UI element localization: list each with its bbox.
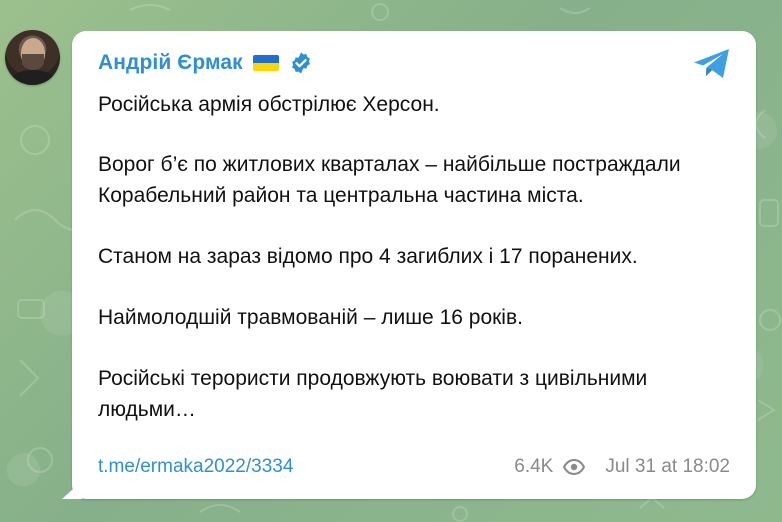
message-bubble: Андрій Єрмак Російська армія обстрілює Х… <box>72 31 756 499</box>
avatar-shirt <box>10 70 56 85</box>
verified-badge-icon <box>291 52 310 74</box>
author-avatar[interactable] <box>5 30 60 85</box>
view-count: 6.4K <box>514 456 554 477</box>
author-name[interactable]: Андрій Єрмак <box>98 51 243 75</box>
ukraine-flag-icon <box>252 55 279 71</box>
message-paragraph: Станом на зараз відомо про 4 загиблих і … <box>98 245 638 268</box>
telegram-icon[interactable] <box>692 47 732 81</box>
avatar-beard <box>22 54 44 70</box>
message-paragraph: Наймолодшій травмованій – лише 16 років. <box>98 306 523 329</box>
message-footer: t.me/ermaka2022/3334 6.4K Jul 31 at 18:0… <box>98 454 730 480</box>
message-paragraph: Російські терористи продовжують воювати … <box>98 367 648 421</box>
author-row: Андрій Єрмак <box>98 50 313 76</box>
message-paragraph: Російська армія обстрілює Херсон. <box>98 93 440 116</box>
message-paragraph: Ворог б’є по житлових кварталах – найбіл… <box>98 153 681 207</box>
timestamp: Jul 31 at 18:02 <box>605 456 730 477</box>
message-meta: 6.4K Jul 31 at 18:02 <box>514 456 730 478</box>
message-text: Російська армія обстрілює Херсон. Ворог … <box>98 89 738 455</box>
post-link[interactable]: t.me/ermaka2022/3334 <box>98 456 293 478</box>
eye-icon <box>563 459 586 475</box>
